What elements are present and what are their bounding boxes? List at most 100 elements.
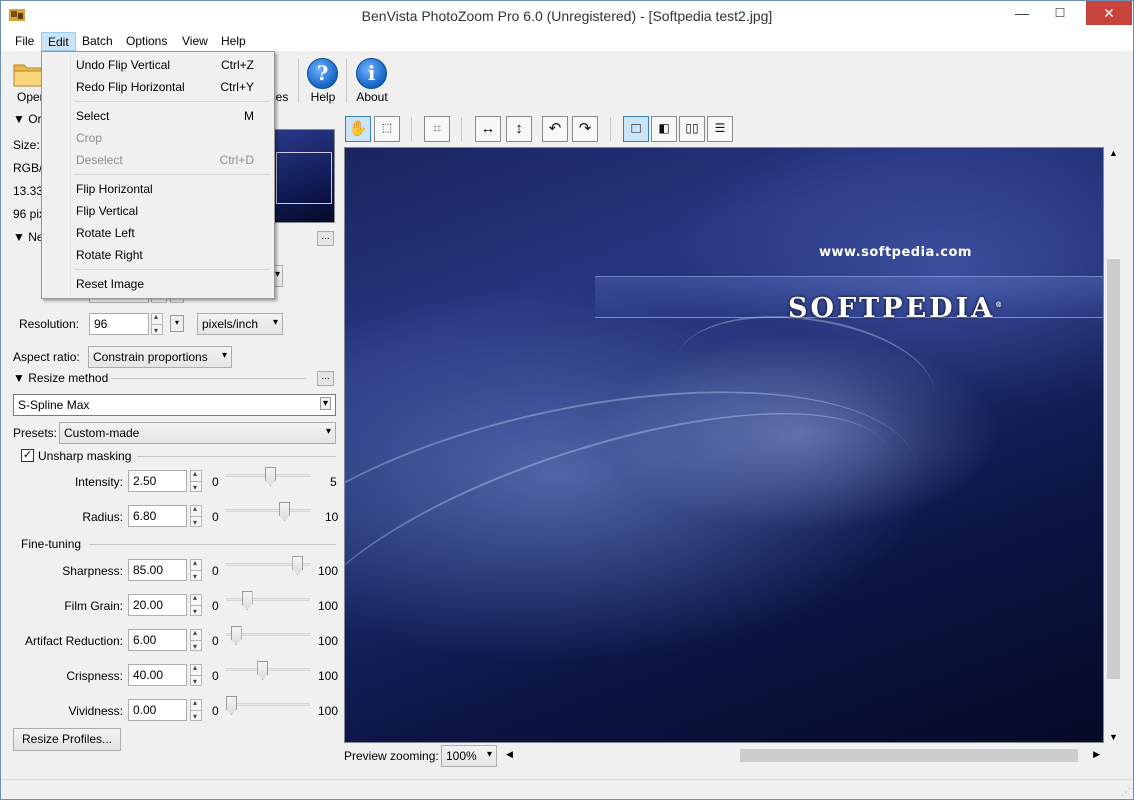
vividness-input[interactable]: 0.00: [128, 699, 187, 721]
filmgrain-input[interactable]: 20.00: [128, 594, 187, 616]
rotate-left-button[interactable]: ↶: [542, 116, 568, 142]
menu-item-flip-horizontal[interactable]: Flip Horizontal: [44, 178, 272, 200]
resolution-unit-select[interactable]: pixels/inch ▾: [197, 313, 283, 335]
resize-method-select[interactable]: S-Spline Max ▾: [13, 394, 336, 416]
side-by-side-button[interactable]: ▯▯: [679, 116, 705, 142]
image-preview[interactable]: www.softpedia.com SOFTPEDIA®: [344, 147, 1104, 743]
menu-item-rotate-right[interactable]: Rotate Right: [44, 244, 272, 266]
crispness-input[interactable]: 40.00: [128, 664, 187, 686]
sharpness-input[interactable]: 85.00: [128, 559, 187, 581]
question-icon: ?: [307, 58, 338, 89]
redo-label: Redo Flip Horizontal: [76, 80, 185, 94]
resize-profiles-button[interactable]: Resize Profiles...: [13, 728, 122, 751]
resize-method-more-button[interactable]: ...: [317, 371, 334, 386]
close-button[interactable]: ✕: [1086, 1, 1132, 25]
radius-spinner[interactable]: [190, 504, 202, 527]
filmgrain-spinner[interactable]: [190, 593, 202, 616]
vividness-track: [226, 703, 310, 706]
radius-input[interactable]: 6.80: [128, 505, 187, 527]
thumbnail[interactable]: [273, 129, 335, 223]
resolution-spinner[interactable]: [151, 312, 163, 335]
sharpness-slider[interactable]: [292, 556, 304, 575]
menu-options[interactable]: Options: [120, 32, 173, 51]
sharpness-spinner[interactable]: [190, 558, 202, 581]
presets-select[interactable]: Custom-made ▾: [59, 422, 336, 444]
folder-icon: [13, 64, 43, 87]
menu-item-rotate-left[interactable]: Rotate Left: [44, 222, 272, 244]
horizontal-scroll-thumb[interactable]: [740, 749, 1078, 762]
toolbar-separator: [411, 117, 412, 141]
radius-max: 10: [325, 510, 339, 524]
menu-item-redo[interactable]: Redo Flip Horizontal Ctrl+Y: [44, 76, 272, 98]
filmgrain-slider[interactable]: [241, 591, 253, 610]
artifact-slider[interactable]: [230, 626, 242, 645]
menu-item-select[interactable]: Select M: [44, 105, 272, 127]
intensity-input[interactable]: 2.50: [128, 470, 187, 492]
artifact-spinner[interactable]: [190, 628, 202, 651]
vividness-max: 100: [318, 704, 339, 718]
menu-item-undo[interactable]: Undo Flip Vertical Ctrl+Z: [44, 54, 272, 76]
resolution-input[interactable]: 96: [89, 313, 149, 335]
menu-view[interactable]: View: [176, 32, 214, 51]
new-size-toggle[interactable]: ▼ Ne: [13, 230, 44, 244]
hand-tool-button[interactable]: ✋: [345, 116, 371, 142]
scroll-down-icon[interactable]: ▼: [1109, 732, 1118, 742]
help-label: Help: [310, 90, 336, 104]
vividness-label: Vividness:: [68, 704, 123, 718]
menu-item-deselect[interactable]: Deselect Ctrl+D: [44, 149, 272, 171]
select-tool-button[interactable]: ⬚: [374, 116, 400, 142]
preview-zoom-select[interactable]: 100% ▾: [441, 745, 497, 767]
resize-grip-icon[interactable]: ⋰: [1121, 787, 1131, 798]
single-view-button[interactable]: □: [623, 116, 649, 142]
unsharp-label[interactable]: Unsharp masking: [38, 449, 131, 463]
vividness-spinner[interactable]: [190, 698, 202, 721]
vertical-scroll-thumb[interactable]: [1107, 259, 1120, 679]
stacked-view-button[interactable]: ☰: [707, 116, 733, 142]
help-button[interactable]: ? Help: [299, 55, 347, 105]
artifact-input[interactable]: 6.00: [128, 629, 187, 651]
intensity-slider[interactable]: [265, 467, 276, 486]
resolution-menu-button[interactable]: ▾: [170, 315, 184, 332]
chevron-down-icon: ▾: [319, 397, 331, 410]
menu-batch[interactable]: Batch: [76, 32, 119, 51]
crispness-max: 100: [318, 669, 339, 683]
menu-item-crop[interactable]: Crop: [44, 127, 272, 149]
menu-item-reset-image[interactable]: Reset Image: [44, 273, 272, 295]
horizontal-scrollbar[interactable]: ◀ ▶: [504, 747, 1106, 764]
vividness-slider[interactable]: [226, 696, 237, 715]
unsharp-checkbox[interactable]: ✓: [21, 449, 34, 462]
rotate-right-button[interactable]: ↷: [572, 116, 598, 142]
intensity-spinner[interactable]: [190, 469, 202, 492]
crispness-slider[interactable]: [257, 661, 269, 680]
menu-file[interactable]: File: [9, 32, 40, 51]
menu-item-flip-vertical[interactable]: Flip Vertical: [44, 200, 272, 222]
scroll-left-icon[interactable]: ◀: [506, 749, 513, 760]
thumbnail-frame: [276, 152, 332, 204]
flip-horizontal-button[interactable]: ↔: [475, 116, 501, 142]
split-compare-button[interactable]: ◧: [651, 116, 677, 142]
open-button[interactable]: Open: [5, 55, 46, 105]
scroll-up-icon[interactable]: ▲: [1109, 148, 1118, 158]
menu-help[interactable]: Help: [215, 32, 252, 51]
about-label: About: [356, 90, 388, 104]
about-button[interactable]: i About: [348, 55, 396, 105]
vertical-scrollbar[interactable]: ▲ ▼: [1105, 147, 1122, 743]
toolbar-separator: [461, 117, 462, 141]
menu-separator: [74, 101, 270, 102]
minimize-button[interactable]: —: [1005, 1, 1039, 25]
chevron-down-icon: ▾: [325, 426, 331, 437]
maximize-button[interactable]: ☐: [1043, 1, 1077, 25]
original-size-toggle[interactable]: ▼ Or: [13, 112, 42, 126]
artifact-min: 0: [212, 634, 219, 648]
new-size-more-button[interactable]: ...: [317, 231, 334, 246]
crispness-spinner[interactable]: [190, 663, 202, 686]
flip-vertical-button[interactable]: ↕: [506, 116, 532, 142]
radius-slider[interactable]: [279, 502, 291, 521]
crop-button[interactable]: ⌗: [424, 116, 450, 142]
menu-edit[interactable]: Edit: [41, 32, 76, 51]
aspect-ratio-select[interactable]: Constrain proportions ▾: [88, 346, 232, 368]
flip-vertical-label: Flip Vertical: [76, 204, 139, 218]
crop-icon: ⌗: [432, 120, 442, 137]
resize-method-toggle[interactable]: ▼ Resize method: [13, 371, 108, 385]
scroll-right-icon[interactable]: ▶: [1093, 749, 1100, 760]
